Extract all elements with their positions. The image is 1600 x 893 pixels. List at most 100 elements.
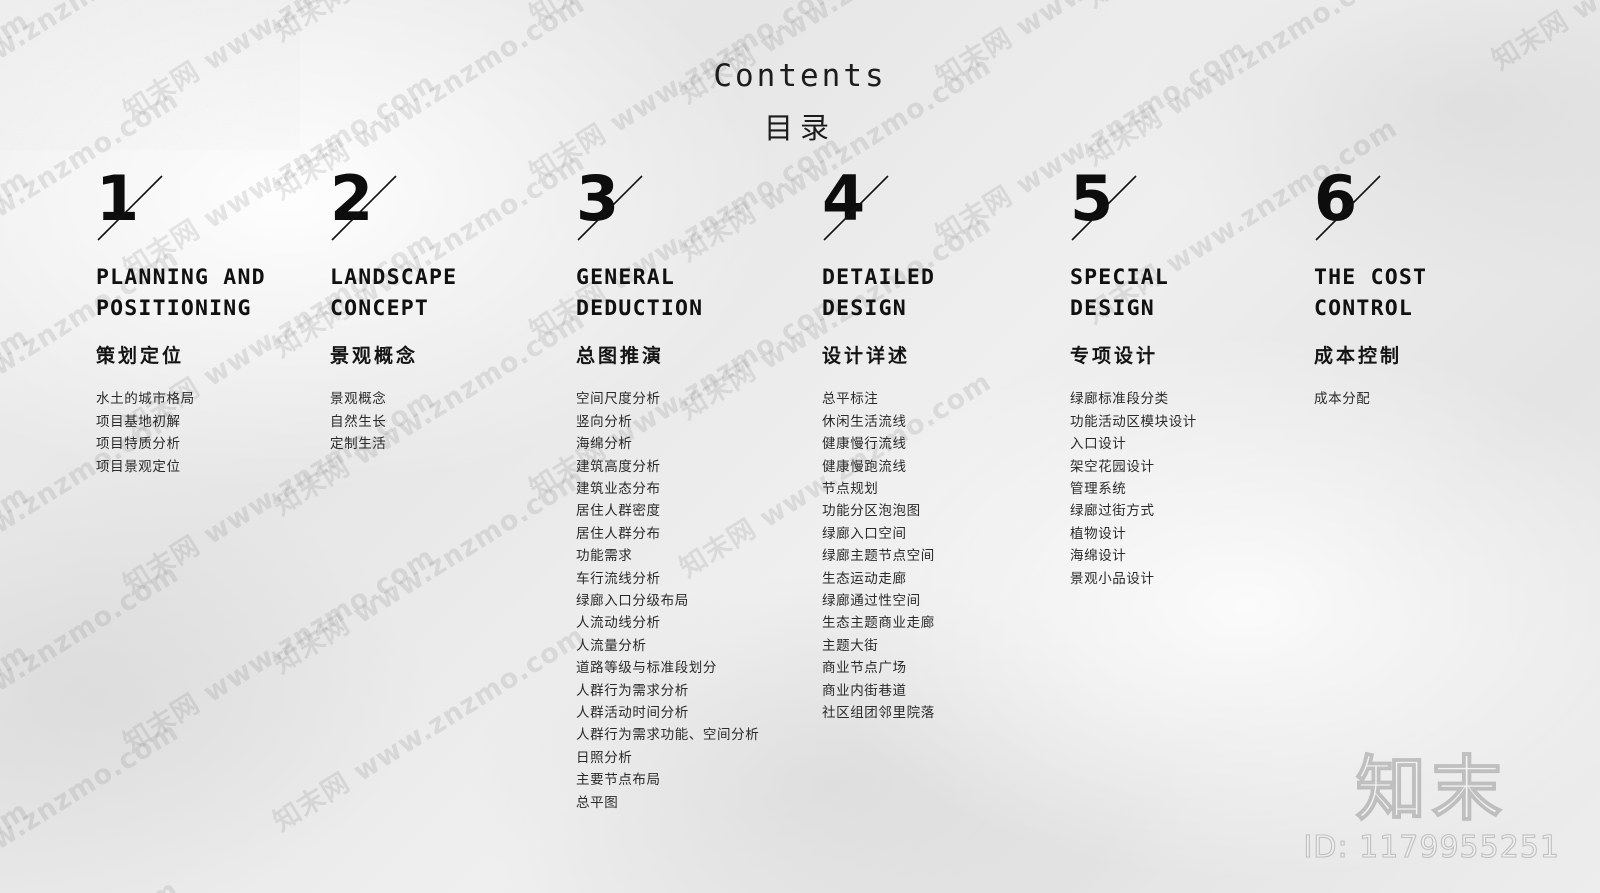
column-title-en-line: DESIGN [1070,296,1155,322]
column-title-en-line: GENERAL [576,265,676,290]
list-item[interactable]: 商业内街巷道 [822,680,1032,702]
list-item[interactable]: 项目特质分析 [96,433,306,455]
column-title-en-line: DESIGN [822,296,907,322]
list-item[interactable]: 建筑高度分析 [576,456,786,478]
column-title-en: LANDSCAPE CONCEPT [330,262,540,324]
diagonal-slash-icon [331,175,397,241]
list-item[interactable]: 绿廊标准段分类 [1070,388,1280,410]
column-title-en-line: DEDUCTION [576,296,704,322]
list-item[interactable]: 空间尺度分析 [576,388,786,410]
diagonal-slash-icon [1071,175,1137,241]
list-item[interactable]: 海绵分析 [576,433,786,455]
column-title-cn: 景观概念 [330,345,419,368]
list-item[interactable]: 人群行为需求功能、空间分析 [576,724,786,746]
column-number-block: 4 [822,168,912,241]
list-item[interactable]: 总平图 [576,792,786,814]
column-item-list: 绿廊标准段分类 功能活动区模块设计 入口设计 架空花园设计 管理系统 绿廊过街方式 植物设计… [1070,388,1280,590]
diagonal-slash-icon [823,175,889,241]
list-item[interactable]: 绿廊主题节点空间 [822,545,1032,567]
list-item[interactable]: 商业节点广场 [822,657,1032,679]
list-item[interactable]: 生态运动走廊 [822,568,1032,590]
column-title-cn: 设计详述 [822,345,911,368]
list-item[interactable]: 项目景观定位 [96,456,306,478]
list-item[interactable]: 日照分析 [576,747,786,769]
list-item[interactable]: 架空花园设计 [1070,456,1280,478]
contents-title-cn: 目录 [763,111,836,145]
contents-column-6[interactable]: 6 THE COST CONTROL 成本控制成本分配 [1314,168,1524,411]
list-item[interactable]: 生态主题商业走廊 [822,612,1032,634]
contents-column-2[interactable]: 2 LANDSCAPE CONCEPT 景观概念 景观概念 自然生长 定制生活 [330,168,540,456]
list-item[interactable]: 绿廊入口分级布局 [576,590,786,612]
column-item-list: 空间尺度分析 竖向分析 海绵分析 建筑高度分析 建筑业态分布 居住人群密度 居住人群分布 功能… [576,388,786,814]
diagonal-slash-icon [1315,175,1381,241]
list-item[interactable]: 总平标注 [822,388,1032,410]
column-number-block: 5 [1070,168,1160,241]
list-item[interactable]: 社区组团邻里院落 [822,702,1032,724]
column-number-block: 1 [96,168,186,241]
list-item[interactable]: 竖向分析 [576,411,786,433]
list-item[interactable]: 绿廊通过性空间 [822,590,1032,612]
column-title-en: GENERAL DEDUCTION [576,262,786,324]
brand-watermark: 知末 ID: 1179955251 [1303,748,1560,865]
list-item[interactable]: 水土的城市格局 [96,388,306,410]
list-item[interactable]: 健康慢行流线 [822,433,1032,455]
column-number-block: 3 [576,168,666,241]
list-item[interactable]: 绿廊过街方式 [1070,500,1280,522]
column-title-cn: 专项设计 [1070,345,1159,368]
column-title-en-line: CONTROL [1314,296,1414,322]
column-item-list: 总平标注 休闲生活流线 健康慢行流线 健康慢跑流线 节点规划 功能分区泡泡图 绿廊入口空间绿… [822,388,1032,724]
list-item[interactable]: 居住人群分布 [576,523,786,545]
column-item-list: 成本分配 [1314,388,1524,410]
list-item[interactable]: 主题大街 [822,635,1032,657]
column-title-cn: 成本控制 [1314,345,1403,368]
list-item[interactable]: 景观小品设计 [1070,568,1280,590]
contents-column-5[interactable]: 5 SPECIAL DESIGN 专项设计绿廊标准段分类 功能活动区模块设计 入口设计 架空… [1070,168,1280,590]
column-number-block: 6 [1314,168,1404,241]
list-item[interactable]: 管理系统 [1070,478,1280,500]
list-item[interactable]: 车行流线分析 [576,568,786,590]
list-item[interactable]: 健康慢跑流线 [822,456,1032,478]
column-number-block: 2 [330,168,420,241]
contents-column-1[interactable]: 1 PLANNING AND POSITIONING 策划定位 水土的城市格局 项目基地初… [96,168,306,478]
column-title-en: THE COST CONTROL [1314,262,1524,324]
column-title-en-line: SPECIAL [1070,265,1170,290]
page-header: Contents 目录 [0,58,1600,147]
column-title-en-line: DETAILED [822,265,936,290]
diagonal-slash-icon [577,175,643,241]
column-title-en-line: LANDSCAPE [330,265,458,290]
list-item[interactable]: 功能分区泡泡图 [822,500,1032,522]
brand-mark-text: 知末 [1355,748,1508,830]
list-item[interactable]: 主要节点布局 [576,769,786,791]
list-item[interactable]: 海绵设计 [1070,545,1280,567]
list-item[interactable]: 景观概念 [330,388,540,410]
list-item[interactable]: 节点规划 [822,478,1032,500]
list-item[interactable]: 项目基地初解 [96,411,306,433]
list-item[interactable]: 休闲生活流线 [822,411,1032,433]
list-item[interactable]: 人流量分析 [576,635,786,657]
contents-column-4[interactable]: 4 DETAILED DESIGN 设计详述总平标注 休闲生活流线 健康慢行流线 健康慢跑流… [822,168,1032,724]
list-item[interactable]: 绿廊入口空间 [822,523,1032,545]
contents-column-3[interactable]: 3 GENERAL DEDUCTION 总图推演空间尺度分析 竖向分析 海绵分析 建筑高度分… [576,168,786,814]
list-item[interactable]: 居住人群密度 [576,500,786,522]
list-item[interactable]: 成本分配 [1314,388,1524,410]
column-title-en-line: CONCEPT [330,296,430,322]
list-item[interactable]: 入口设计 [1070,433,1280,455]
list-item[interactable]: 功能活动区模块设计 [1070,411,1280,433]
contents-title-en: Contents [713,58,887,94]
column-title-en: PLANNING AND POSITIONING [96,262,306,324]
column-title-en: DETAILED DESIGN [822,262,1032,324]
list-item[interactable]: 人群行为需求分析 [576,680,786,702]
list-item[interactable]: 功能需求 [576,545,786,567]
list-item[interactable]: 道路等级与标准段划分 [576,657,786,679]
column-item-list: 景观概念 自然生长 定制生活 [330,388,540,455]
list-item[interactable]: 人流动线分析 [576,612,786,634]
diagonal-slash-icon [97,175,163,241]
watermark-row: 知末网 www.znzmo.com知末网 www.znzmo.com知末网 ww… [0,0,1423,65]
list-item[interactable]: 自然生长 [330,411,540,433]
list-item[interactable]: 定制生活 [330,433,540,455]
column-title-en: SPECIAL DESIGN [1070,262,1280,324]
list-item[interactable]: 建筑业态分布 [576,478,786,500]
list-item[interactable]: 植物设计 [1070,523,1280,545]
list-item[interactable]: 人群活动时间分析 [576,702,786,724]
column-title-cn: 总图推演 [576,345,665,368]
